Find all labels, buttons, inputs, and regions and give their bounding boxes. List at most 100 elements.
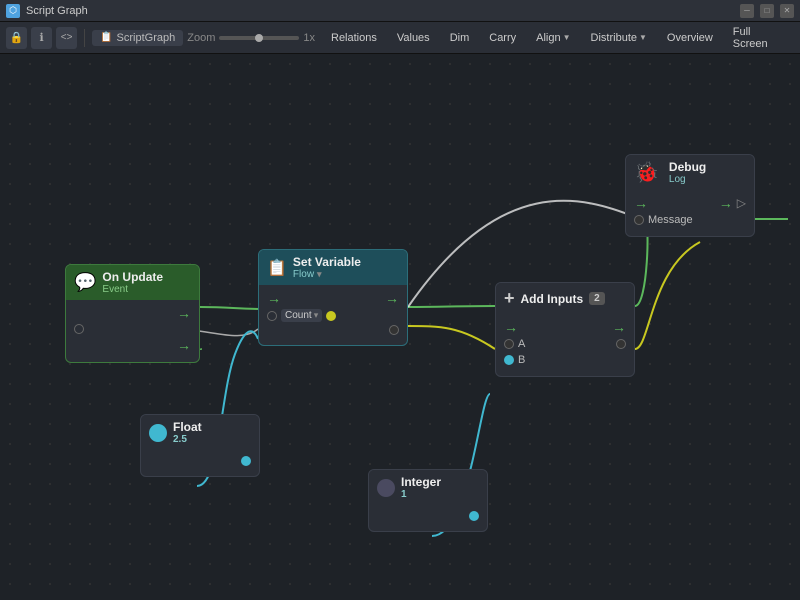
onupdate-subtitle: Event	[102, 284, 163, 295]
addinputs-b-label: B	[518, 354, 525, 366]
float-value: 2.5	[173, 434, 202, 445]
onupdate-green-out: →	[177, 338, 191, 352]
setvariable-spacer	[267, 325, 277, 335]
integer-body	[369, 505, 487, 531]
addinputs-out-port[interactable]	[616, 339, 626, 349]
zoom-value: 1x	[303, 32, 315, 44]
integer-title: Integer	[401, 475, 441, 489]
distribute-label: Distribute	[591, 32, 637, 44]
float-out-port[interactable]	[241, 456, 251, 466]
onupdate-title-group: On Update Event	[102, 270, 163, 295]
float-node[interactable]: Float 2.5	[140, 414, 260, 477]
setvariable-subtitle-row: Flow ▾	[293, 269, 361, 280]
setvariable-var-row: Count ▾	[267, 309, 399, 322]
debuglog-exec-row: → → ▷	[634, 196, 746, 210]
addinputs-title: Add Inputs	[521, 292, 584, 306]
align-label: Align	[536, 32, 560, 44]
setvariable-port-out[interactable]	[326, 311, 336, 321]
debuglog-title: Debug	[669, 160, 706, 174]
debuglog-header: 🐞 Debug Log	[626, 155, 754, 190]
script-name-text: ScriptGraph	[117, 32, 176, 44]
title-bar: ⬡ Script Graph ─ □ ✕	[0, 0, 800, 22]
setvariable-var-name: Count	[285, 310, 312, 321]
script-name-label[interactable]: 📋 ScriptGraph	[92, 30, 183, 46]
debuglog-exec-out-group: → ▷	[719, 196, 746, 210]
distribute-button[interactable]: Distribute ▼	[583, 30, 655, 46]
separator-1	[84, 29, 85, 47]
carry-button[interactable]: Carry	[481, 30, 524, 46]
onupdate-exec-out: →	[177, 306, 191, 320]
addinputs-badge: 2	[589, 292, 605, 305]
scriptgraph-icon: ⬡	[6, 4, 20, 18]
zoom-label: Zoom	[187, 32, 215, 44]
addinputs-body: → → A B	[496, 314, 634, 376]
integer-header: Integer 1	[369, 470, 487, 505]
onupdate-icon: 💬	[74, 272, 96, 293]
fullscreen-button[interactable]: Full Screen	[725, 24, 794, 52]
relations-button[interactable]: Relations	[323, 30, 385, 46]
close-button[interactable]: ✕	[780, 4, 794, 18]
lock-button[interactable]: 🔒	[6, 27, 27, 49]
align-arrow-icon: ▼	[563, 33, 571, 42]
setvariable-dropdown-icon[interactable]: ▾	[317, 269, 322, 280]
script-icon: 📋	[100, 32, 112, 43]
onupdate-exec-row: →	[74, 306, 191, 320]
float-header: Float 2.5	[141, 415, 259, 450]
add-inputs-node[interactable]: + Add Inputs 2 → → A B	[495, 282, 635, 377]
addinputs-b-row: B	[504, 354, 626, 366]
addinputs-exec-in: →	[504, 320, 518, 334]
align-button[interactable]: Align ▼	[528, 30, 578, 46]
integer-out-port[interactable]	[469, 511, 479, 521]
integer-title-group: Integer 1	[401, 475, 441, 500]
onupdate-body: → →	[66, 300, 199, 362]
info-button[interactable]: ℹ	[31, 27, 52, 49]
on-update-node[interactable]: 💬 On Update Event → →	[65, 264, 200, 363]
onupdate-circle-port[interactable]	[74, 324, 84, 334]
set-variable-node[interactable]: 📋 Set Variable Flow ▾ → → Count ▾	[258, 249, 408, 346]
setvariable-bottom-port[interactable]	[389, 325, 399, 335]
zoom-control: Zoom 1x	[187, 32, 315, 44]
debuglog-message-port[interactable]	[634, 215, 644, 225]
debuglog-exec-out: →	[719, 196, 733, 210]
debuglog-play-icon: ▷	[737, 196, 746, 210]
float-icon	[149, 424, 167, 442]
values-button[interactable]: Values	[389, 30, 438, 46]
title-bar-controls: ─ □ ✕	[740, 4, 794, 18]
debuglog-icon: 🐞	[634, 160, 659, 185]
setvariable-var-dropdown[interactable]: Count ▾	[281, 309, 322, 322]
addinputs-b-port[interactable]	[504, 355, 514, 365]
maximize-button[interactable]: □	[760, 4, 774, 18]
addinputs-a-row: A	[504, 338, 626, 350]
overview-button[interactable]: Overview	[659, 30, 721, 46]
integer-value: 1	[401, 489, 441, 500]
debuglog-message-label: Message	[648, 214, 693, 226]
setvariable-var-arrow-icon: ▾	[314, 310, 319, 321]
addinputs-icon: +	[504, 288, 515, 309]
setvariable-body: → → Count ▾	[259, 285, 407, 345]
setvariable-title-group: Set Variable Flow ▾	[293, 255, 361, 280]
setvariable-exec-in: →	[267, 291, 281, 305]
onupdate-green-row: →	[74, 338, 191, 352]
dim-button[interactable]: Dim	[442, 30, 478, 46]
addinputs-exec-row: → →	[504, 320, 626, 334]
minimize-button[interactable]: ─	[740, 4, 754, 18]
canvas[interactable]: 💬 On Update Event → → 📋	[0, 54, 800, 600]
addinputs-exec-out: →	[612, 320, 626, 334]
carry-label: Carry	[489, 32, 516, 44]
onupdate-data-row	[74, 324, 191, 334]
debuglog-title-group: Debug Log	[669, 160, 706, 185]
code-button[interactable]: <>	[56, 27, 77, 49]
addinputs-header: + Add Inputs 2	[496, 283, 634, 314]
debug-log-node[interactable]: 🐞 Debug Log → → ▷ Message	[625, 154, 755, 237]
debuglog-subtitle: Log	[669, 174, 706, 185]
addinputs-a-port[interactable]	[504, 339, 514, 349]
integer-node[interactable]: Integer 1	[368, 469, 488, 532]
float-body	[141, 450, 259, 476]
zoom-slider[interactable]	[219, 36, 299, 40]
debuglog-message-row: Message	[634, 214, 746, 226]
window-title: Script Graph	[26, 5, 740, 17]
distribute-arrow-icon: ▼	[639, 33, 647, 42]
overview-label: Overview	[667, 32, 713, 44]
onupdate-title: On Update	[102, 270, 163, 284]
setvariable-port-in[interactable]	[267, 311, 277, 321]
